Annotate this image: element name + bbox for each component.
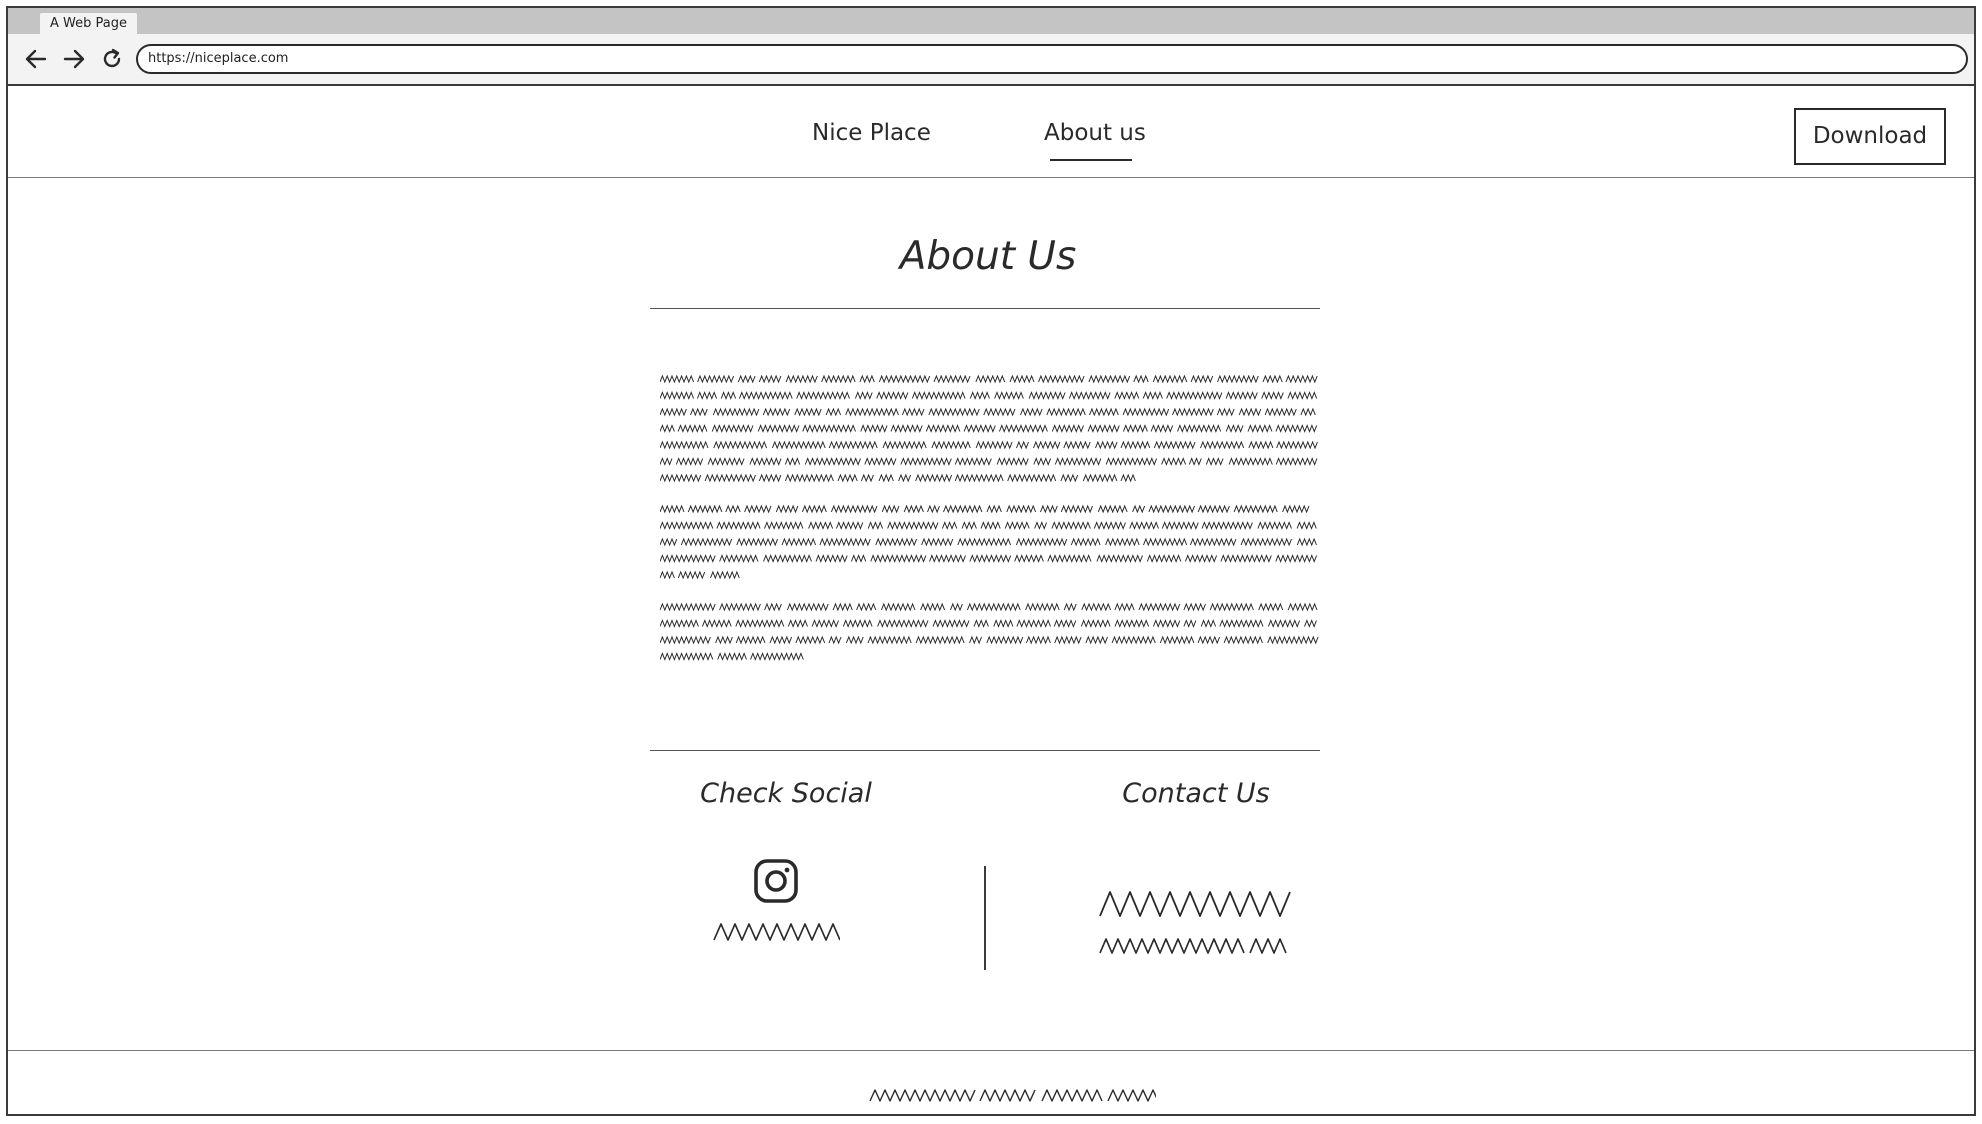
scribble-text	[660, 602, 1319, 661]
scribble-line	[660, 521, 1317, 530]
social-handle-scribble[interactable]	[710, 920, 840, 946]
scribble-line	[660, 457, 1318, 466]
scribble-line	[660, 391, 1318, 400]
forward-button[interactable]	[60, 45, 88, 73]
paragraph-2	[660, 502, 1320, 586]
page-title: About Us	[899, 234, 1077, 279]
scribble-line	[660, 537, 1317, 547]
site-footer	[8, 1050, 1974, 1116]
scribble-text	[660, 374, 1318, 483]
nav-link-nice-place[interactable]: Nice Place	[812, 120, 931, 146]
contact-scribble-line-2	[1099, 938, 1287, 954]
scribble-line	[660, 374, 1318, 384]
tab-strip: A Web Page	[8, 8, 1974, 35]
site-header: Nice Place About us Download	[8, 86, 1974, 178]
scribble-line	[660, 440, 1318, 450]
browser-tab[interactable]: A Web Page	[40, 13, 137, 35]
check-social-title: Check Social	[700, 778, 872, 809]
browser-toolbar: https://niceplace.com	[8, 34, 1974, 86]
scribble-line	[660, 504, 1310, 514]
active-nav-indicator	[1050, 159, 1132, 161]
scribble-line	[660, 652, 804, 661]
scribble-line	[660, 424, 1318, 433]
title-divider	[650, 308, 1320, 309]
forward-arrow-icon	[63, 49, 85, 69]
instagram-icon[interactable]	[752, 857, 800, 905]
download-button[interactable]: Download	[1794, 108, 1946, 165]
scribble-text	[660, 504, 1318, 580]
scribble-line	[660, 407, 1316, 417]
contact-scribble-line-1	[1099, 891, 1291, 917]
scribble-line	[660, 554, 1318, 563]
scribble-line	[660, 570, 740, 580]
scribble-line	[660, 619, 1317, 628]
back-arrow-icon	[25, 49, 47, 69]
scribble-line	[660, 602, 1318, 612]
browser-window: A Web Page https://niceplace.com Nice Pl…	[6, 6, 1976, 1116]
content-divider	[650, 750, 1320, 751]
reload-button[interactable]	[98, 45, 126, 73]
paragraph-1	[660, 372, 1320, 492]
reload-icon	[103, 48, 121, 68]
footer-scribble-text	[869, 1089, 1156, 1102]
contact-us-title: Contact Us	[1122, 778, 1270, 809]
nav-link-about-us[interactable]: About us	[1044, 120, 1146, 146]
back-button[interactable]	[22, 45, 50, 73]
paragraph-3	[660, 600, 1320, 668]
address-bar[interactable]: https://niceplace.com	[136, 44, 1968, 74]
vertical-divider	[984, 866, 986, 970]
scribble-line	[660, 473, 1136, 483]
scribble-line	[660, 635, 1319, 645]
